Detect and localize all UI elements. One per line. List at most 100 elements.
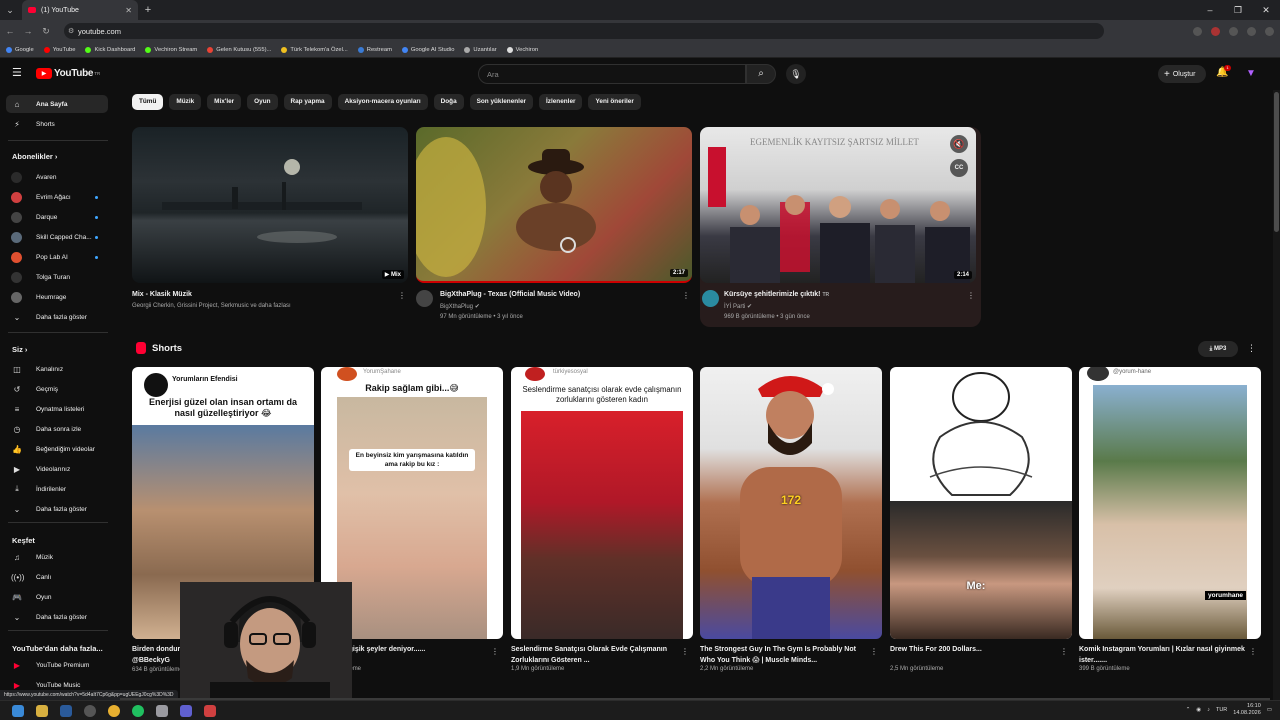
sidebar-subscription[interactable]: Darque (6, 208, 108, 226)
short-title[interactable]: The Strongest Guy In The Gym Is Probably… (700, 644, 870, 666)
sidebar-subscription[interactable]: Avaren (6, 168, 108, 186)
app-icon[interactable] (204, 704, 216, 717)
filter-chip[interactable]: Son yüklenenler (469, 94, 533, 110)
new-tab-icon[interactable]: + (138, 4, 158, 16)
filter-chip[interactable]: Tümü (132, 94, 164, 110)
close-window-icon[interactable]: ✕ (1252, 0, 1280, 20)
sidebar-item-explore[interactable]: ⌄ Daha fazla göster (6, 608, 108, 626)
video-card-hovered[interactable]: EGEMENLİK KAYITSIZ ŞARTSIZ MİLLET 🔇 CC 2… (700, 127, 981, 327)
profile-icon[interactable] (1247, 26, 1256, 36)
sidebar-subscription[interactable]: Skill Capped Cha... (6, 228, 108, 246)
more-options-icon[interactable]: ⋮ (870, 647, 878, 656)
more-options-icon[interactable]: ⋮ (682, 291, 690, 300)
language-indicator[interactable]: TUR (1216, 707, 1227, 713)
bookmark-item[interactable]: Vechiron (506, 46, 538, 53)
start-menu-icon[interactable] (12, 704, 24, 717)
tab-search-icon[interactable]: ⌄ (0, 0, 20, 20)
account-avatar[interactable]: ▼ (1246, 68, 1258, 80)
sidebar-show-more[interactable]: ⌄ Daha fazla göster (6, 308, 108, 326)
chrome-icon[interactable] (108, 704, 120, 717)
vertical-scrollbar[interactable] (1273, 90, 1280, 700)
video-thumbnail[interactable]: EGEMENLİK KAYITSIZ ŞARTSIZ MİLLET 🔇 CC 2… (700, 127, 976, 283)
captions-icon[interactable]: CC (950, 159, 968, 177)
volume-icon[interactable]: ♪ (1207, 707, 1210, 713)
bookmark-item[interactable]: Kick Dashboard (85, 46, 135, 53)
bookmark-item[interactable]: Uzantılar (464, 46, 497, 53)
bookmark-item[interactable]: Vechiron Stream (145, 46, 197, 53)
filter-chip[interactable]: Doğa (433, 94, 464, 110)
url-field[interactable]: ⚙ youtube.com (64, 23, 1104, 39)
video-title[interactable]: BigXthaPlug - Texas (Official Music Vide… (440, 291, 580, 298)
filter-chip[interactable]: Müzik (169, 94, 202, 110)
filter-chip[interactable]: Oyun (247, 94, 278, 110)
sidebar-subscription[interactable]: Heumrage (6, 288, 108, 306)
close-tab-icon[interactable]: ✕ (125, 6, 132, 15)
search-input[interactable]: Ara (478, 64, 746, 84)
short-thumbnail[interactable]: Me: (890, 367, 1072, 639)
more-options-icon[interactable]: ⋮ (967, 291, 975, 300)
file-explorer-icon[interactable] (36, 704, 48, 717)
menu-icon[interactable]: ☰ (12, 68, 24, 79)
video-title[interactable]: Mix - Klasik Müzik (132, 291, 192, 298)
sidebar-item-explore[interactable]: 🎮 Oyun (6, 588, 108, 606)
steam-icon[interactable] (60, 704, 72, 717)
more-options-icon[interactable]: ⋮ (398, 291, 406, 300)
bookmark-item[interactable]: Google AI Studio (401, 46, 454, 53)
minimize-icon[interactable]: – (1196, 0, 1224, 20)
bookmark-item[interactable]: Türk Telekom'a Özel... (281, 46, 348, 53)
short-card[interactable]: türkiyesosyal Seslendirme sanatçısı olar… (511, 367, 693, 672)
extension-icon[interactable] (1229, 26, 1238, 36)
channel-name[interactable]: BigXthaPlug ✔ (440, 303, 480, 310)
bookmark-item[interactable]: YouTube (43, 46, 75, 53)
mute-icon[interactable]: 🔇 (950, 135, 968, 153)
more-options-icon[interactable]: ⋮ (1247, 343, 1256, 354)
scrollbar-thumb[interactable] (1274, 92, 1279, 232)
back-icon[interactable]: ← (2, 26, 18, 36)
filter-chip[interactable]: Mix'ler (207, 94, 242, 110)
search-icon[interactable]: ⌕ (746, 64, 776, 84)
video-card[interactable]: ▶ Mix Mix - Klasik Müzik Georgii Cherkin… (132, 127, 408, 309)
bookmark-item[interactable]: Gelen Kutusu (555)... (207, 46, 271, 53)
short-title[interactable]: Drew This For 200 Dollars... (890, 644, 1060, 655)
app-icon[interactable] (180, 704, 192, 717)
channel-name[interactable]: İYİ Parti ✔ (724, 303, 752, 310)
video-card[interactable]: 2:17 BigXthaPlug - Texas (Official Music… (416, 127, 692, 320)
filter-chip[interactable]: Aksiyon-macera oyunları (337, 94, 428, 110)
maximize-icon[interactable]: ❐ (1224, 0, 1252, 20)
short-title[interactable]: Seslendirme Sanatçısı Olarak Evde Çalışm… (511, 644, 681, 666)
menu-icon[interactable] (1265, 26, 1274, 36)
sidebar-subscription[interactable]: Evrim Ağacı (6, 188, 108, 206)
browser-tab[interactable]: (1) YouTube ✕ (22, 0, 138, 20)
more-options-icon[interactable]: ⋮ (491, 647, 499, 656)
filter-chip[interactable]: Rap yapma (283, 94, 332, 110)
sidebar-subscription[interactable]: Tolga Turan (6, 268, 108, 286)
sidebar-item-explore[interactable]: ♫ Müzik (6, 548, 108, 566)
app-icon[interactable] (132, 704, 144, 717)
extension-icon[interactable] (1211, 26, 1220, 36)
wifi-icon[interactable]: ◉ (1196, 707, 1201, 713)
clock[interactable]: 16:10 14.08.2026 (1233, 703, 1261, 717)
sidebar-item-shorts[interactable]: ⚡ Shorts (6, 115, 108, 133)
short-thumbnail[interactable]: 172 (700, 367, 882, 639)
short-thumbnail[interactable]: @yorum-hane yorumhane (1079, 367, 1261, 639)
sidebar-item-you[interactable]: ◷ Daha sonra izle (6, 420, 108, 438)
sidebar-item-you[interactable]: ⌄ Daha fazla göster (6, 500, 108, 518)
channel-avatar[interactable] (416, 290, 433, 307)
mp3-download-button[interactable]: ⤓ MP3 (1198, 341, 1238, 357)
explore-header[interactable]: Keşfet (12, 536, 35, 545)
short-card[interactable]: @yorum-hane yorumhane Komik Instagram Yo… (1079, 367, 1261, 672)
forward-icon[interactable]: → (20, 26, 36, 36)
short-title[interactable]: Komik Instagram Yorumları | Kızlar nasıl… (1079, 644, 1249, 666)
filter-chip[interactable]: İzlenenler (539, 94, 583, 110)
channel-avatar[interactable] (702, 290, 719, 307)
bookmark-item[interactable]: Restream (357, 46, 392, 53)
short-thumbnail[interactable]: türkiyesosyal Seslendirme sanatçısı olar… (511, 367, 693, 639)
sidebar-item-youtube-product[interactable]: ▶ YouTube Premium (6, 656, 108, 674)
app-icon[interactable] (156, 704, 168, 717)
extension-icon[interactable] (1193, 26, 1202, 36)
more-from-youtube-header[interactable]: YouTube'dan daha fazla... (12, 644, 103, 653)
you-header[interactable]: Siz › (12, 345, 27, 354)
sidebar-item-you[interactable]: 👍 Beğendiğim videolar (6, 440, 108, 458)
more-options-icon[interactable]: ⋮ (681, 647, 689, 656)
sidebar-item-explore[interactable]: ((•)) Canlı (6, 568, 108, 586)
